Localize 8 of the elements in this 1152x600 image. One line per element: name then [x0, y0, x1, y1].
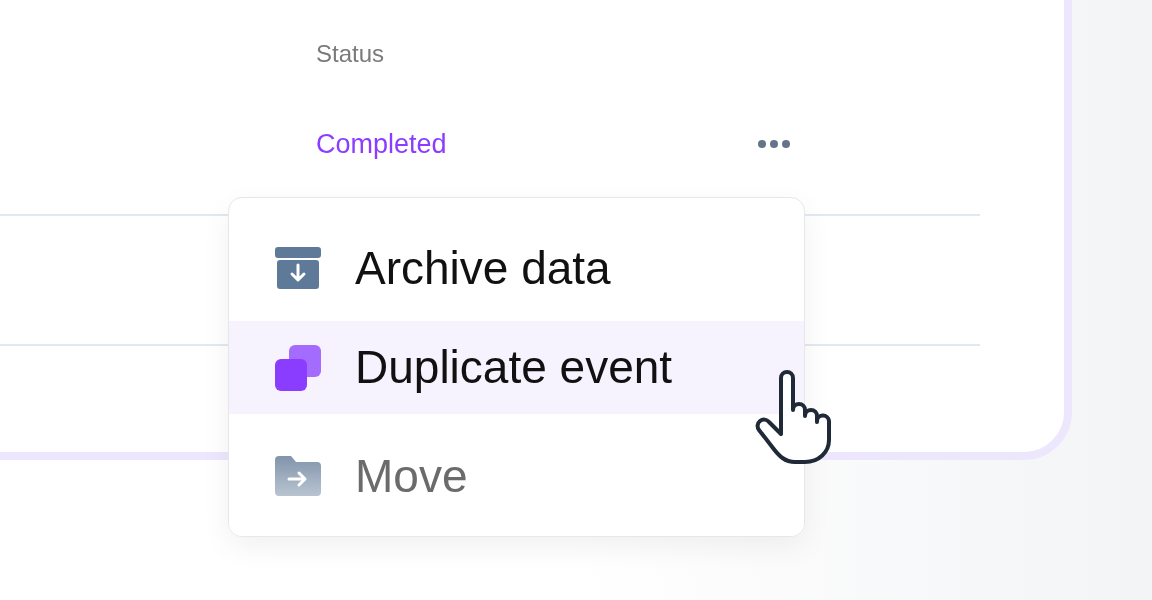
more-options-icon[interactable]	[758, 139, 790, 149]
duplicate-icon	[275, 344, 321, 391]
status-text: Completed	[316, 128, 447, 160]
folder-arrow-icon	[275, 456, 321, 496]
column-header: Status	[316, 40, 385, 68]
menu-item[interactable]: Archive data	[229, 215, 804, 321]
archive-box-icon	[275, 247, 321, 289]
menu-item[interactable]: Duplicate event	[229, 321, 804, 414]
